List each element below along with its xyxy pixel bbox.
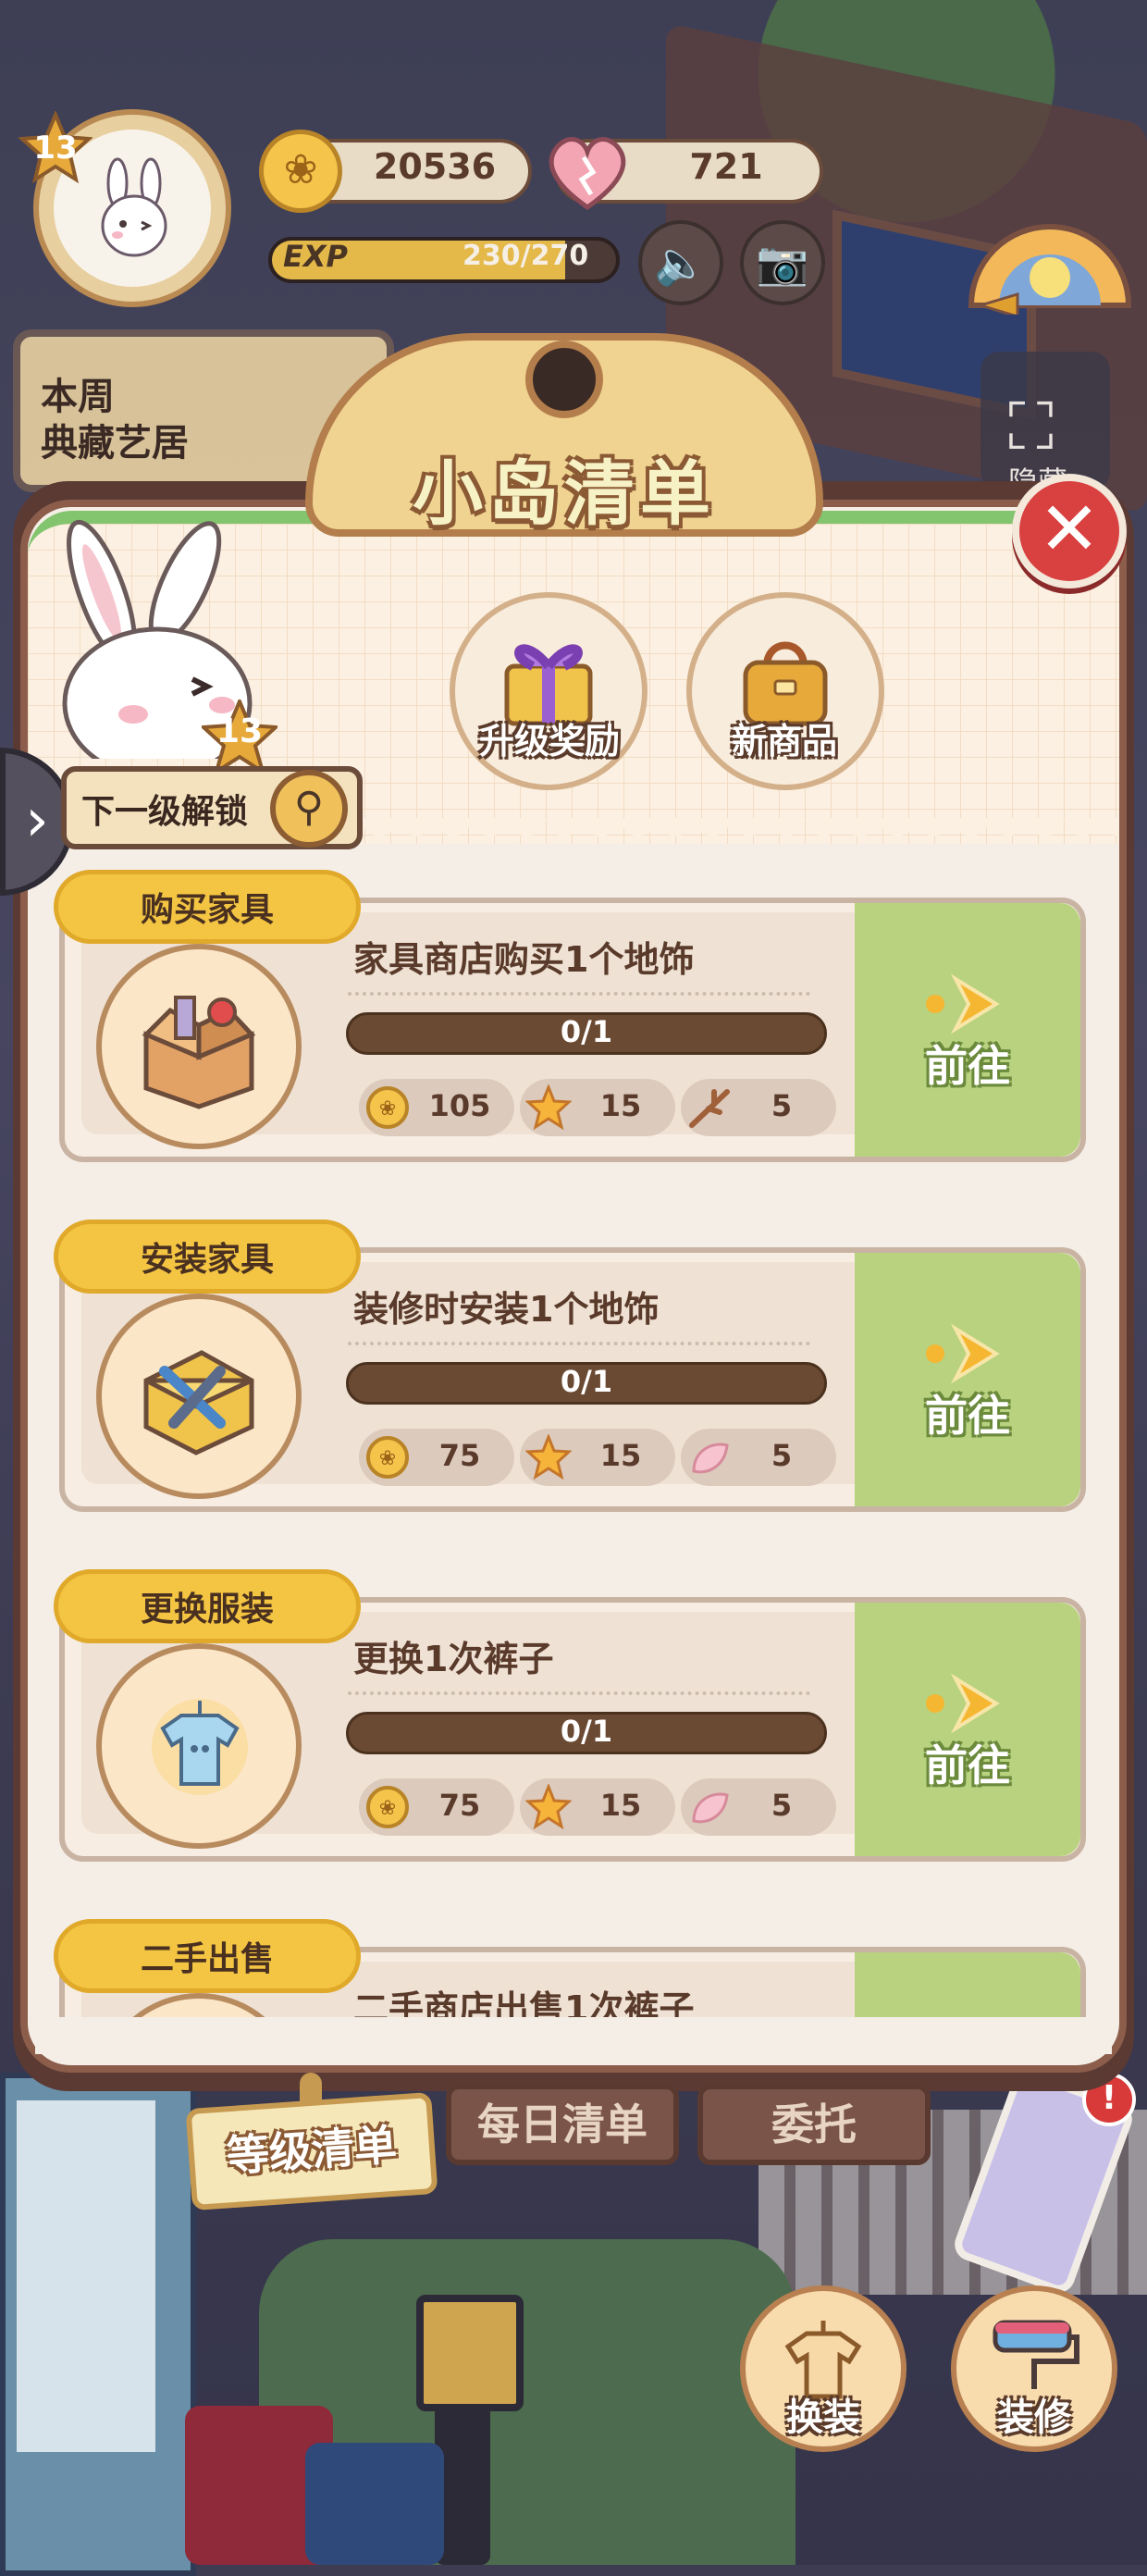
svg-text:❀: ❀ — [379, 1447, 396, 1470]
coin-icon: ❀ — [366, 1436, 409, 1479]
reward-star: 15 — [520, 1429, 675, 1486]
task-go-label: 前往 — [925, 1041, 1010, 1091]
coin-icon: ❀ — [259, 130, 342, 213]
task-progress-label: 0/1 — [560, 1364, 613, 1399]
reward-material: 5 — [681, 1079, 836, 1136]
tab-level-list[interactable]: 等级清单 — [185, 2091, 438, 2211]
furniture-box-icon — [142, 996, 256, 1109]
heart-icon — [549, 137, 626, 211]
reward-coin-value: 75 — [438, 1438, 481, 1473]
reward-star-value: 15 — [599, 1088, 642, 1123]
task-divider — [348, 1342, 810, 1349]
next-level-number: 13 — [216, 712, 264, 750]
coin-icon: ❀ — [366, 1786, 409, 1828]
reward-star: 15 — [520, 1079, 675, 1136]
tab-commission[interactable]: 委托 — [697, 2084, 931, 2165]
vending-machine-shelves — [17, 2100, 155, 2452]
task-description: 家具商店购买1个地饰 — [353, 939, 695, 980]
next-level-unlock-label: 下一级解锁 — [81, 793, 249, 831]
task-go-scallop — [838, 1253, 875, 1506]
weekly-label-line2: 典藏艺居 — [41, 422, 189, 464]
exp-label: EXP — [283, 239, 348, 274]
coin-icon: ❀ — [366, 1086, 409, 1129]
reward-material: 5 — [681, 1778, 836, 1836]
svg-text:❀: ❀ — [379, 1797, 396, 1820]
modal-title: 小岛清单 — [413, 452, 716, 535]
task-divider — [348, 1691, 810, 1699]
task-tag-label: 安装家具 — [140, 1241, 274, 1279]
reward-material-value: 5 — [771, 1088, 793, 1123]
upgrade-reward-label: 升级奖励 — [478, 721, 620, 762]
task-description: 更换1次裤子 — [353, 1639, 554, 1679]
new-items-label: 新商品 — [731, 721, 837, 762]
task-row-buy-furniture: 前往 购买家具 家具商店购买1个地饰 0/1 ❀ 105 15 5 — [54, 870, 1086, 1162]
svg-text:❀: ❀ — [379, 1097, 396, 1121]
petal-icon — [692, 1792, 729, 1824]
reward-coin: ❀ 75 — [359, 1429, 514, 1486]
task-progress-label: 0/1 — [560, 1714, 613, 1749]
task-divider — [348, 992, 810, 999]
task-list[interactable]: 前往 购买家具 家具商店购买1个地饰 0/1 ❀ 105 15 5 前往 安装家… — [50, 851, 1097, 2017]
fullscreen-icon: ⛶ — [1008, 389, 1054, 464]
task-go-label: 前往 — [925, 1740, 1010, 1790]
star-icon — [525, 1784, 572, 1830]
task-tag-label: 二手出售 — [140, 1940, 274, 1978]
petal-icon — [692, 1443, 729, 1474]
close-button[interactable]: ✕ — [1012, 474, 1127, 588]
weekly-collection-label: 本周 典藏艺居 — [41, 374, 189, 466]
reward-star-value: 15 — [599, 1438, 642, 1473]
task-row-install-furniture: 前往 安装家具 装修时安装1个地饰 0/1 ❀ 75 15 5 — [54, 1220, 1086, 1512]
task-go-scallop — [838, 903, 875, 1157]
reward-coin: ❀ 105 — [359, 1079, 514, 1136]
task-progress-label: 0/1 — [560, 1014, 613, 1049]
twig-icon — [689, 1089, 730, 1128]
day-night-dial-icon[interactable] — [962, 204, 1138, 315]
task-description: 装修时安装1个地饰 — [353, 1289, 660, 1330]
task-description: 二手商店出售1次裤子 — [353, 1988, 695, 2017]
recycle-bin-blue — [305, 2443, 444, 2565]
magnifier-icon: ⚲ — [270, 770, 348, 848]
tab-daily-list[interactable]: 每日清单 — [446, 2084, 679, 2165]
arrow-right-icon — [926, 1323, 1000, 1384]
toolbox-icon — [143, 1350, 254, 1455]
title-plate-hole — [525, 341, 603, 418]
reward-star: 15 — [520, 1778, 675, 1836]
street-lamp — [416, 2295, 524, 2411]
heart-value: 721 — [689, 146, 763, 187]
exp-value: 230/270 — [462, 240, 589, 272]
task-row-sell-secondhand: 二手出售 二手商店出售1次裤子 — [54, 1919, 1086, 2017]
arrow-right-icon — [926, 1673, 1000, 1734]
speaker-icon[interactable]: 🔈 — [638, 220, 723, 305]
reward-material-value: 5 — [771, 1788, 793, 1823]
star-icon — [525, 1434, 572, 1480]
task-go-button[interactable] — [855, 1952, 1080, 2017]
weekly-label-line1: 本周 — [41, 376, 115, 418]
task-row-change-outfit: 前往 更换服装 更换1次裤子 0/1 ❀ 75 15 5 — [54, 1569, 1086, 1862]
arrow-right-icon — [926, 973, 1000, 1034]
list-bottom-edge — [35, 2017, 1112, 2054]
star-icon — [525, 1084, 572, 1131]
task-go-label: 前往 — [925, 1391, 1010, 1441]
task-go-scallop — [838, 1952, 875, 2017]
task-tag-label: 更换服装 — [140, 1591, 274, 1629]
shirt-icon — [152, 1699, 248, 1795]
reward-material-value: 5 — [771, 1438, 793, 1473]
reward-coin-value: 105 — [428, 1088, 491, 1123]
reward-coin-value: 75 — [438, 1788, 481, 1823]
camera-icon[interactable]: 📷 — [740, 220, 825, 305]
task-go-scallop — [838, 1603, 875, 1856]
reward-material: 5 — [681, 1429, 836, 1486]
reward-coin: ❀ 75 — [359, 1778, 514, 1836]
task-tag-label: 购买家具 — [140, 891, 274, 929]
reward-star-value: 15 — [599, 1788, 642, 1823]
decorate-label: 装修 — [997, 2396, 1071, 2439]
bunny-avatar-icon — [101, 157, 167, 257]
outfit-label: 换装 — [786, 2396, 860, 2439]
player-level: 13 — [33, 130, 78, 167]
coin-value: 20536 — [373, 146, 497, 187]
